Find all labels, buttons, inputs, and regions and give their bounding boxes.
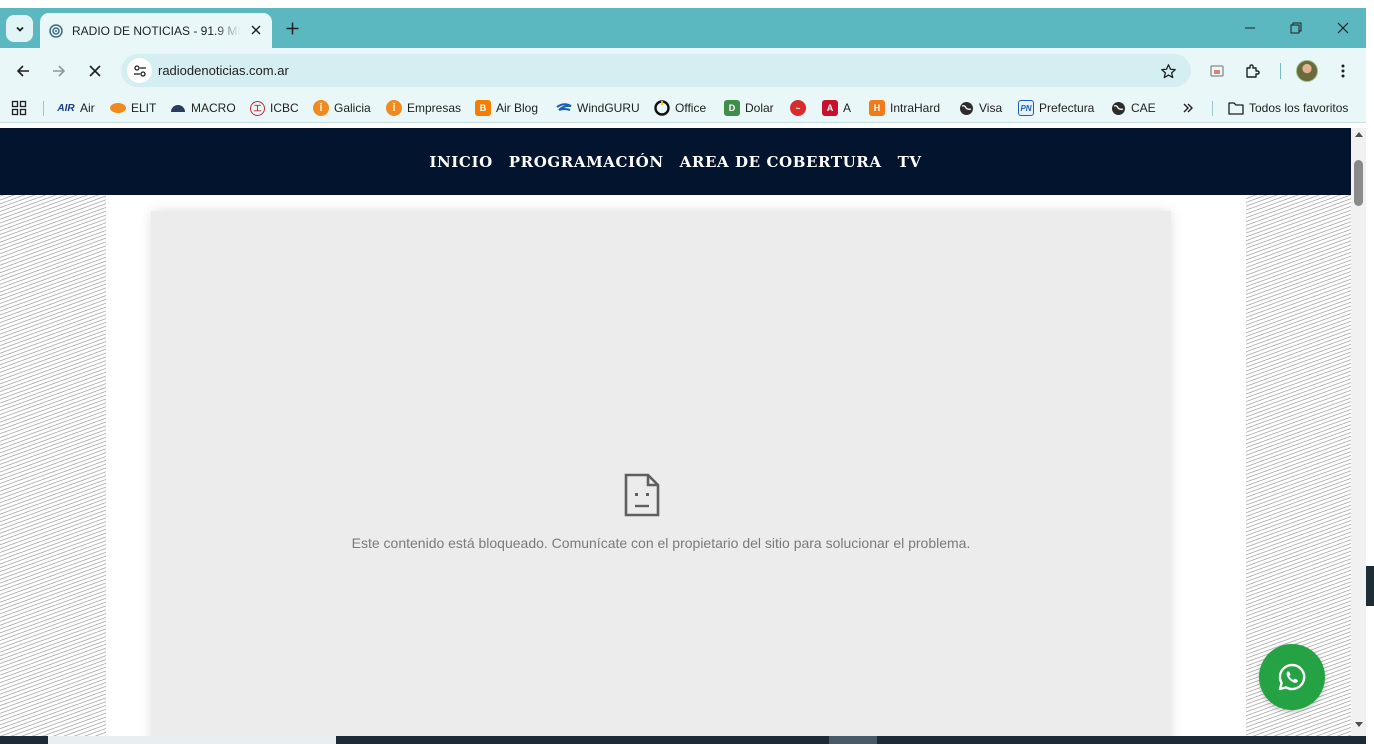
windguru-icon	[556, 100, 572, 116]
close-tab-icon[interactable]	[248, 22, 264, 38]
radio-favicon-icon	[48, 23, 64, 39]
site-info-button[interactable]	[127, 58, 152, 83]
chevron-down-icon	[15, 26, 24, 32]
bookmark-elit[interactable]: ELIT	[110, 100, 156, 116]
double-chevron-right-icon	[1183, 103, 1193, 113]
bookmarks-bar: AIR Air ELIT MACRO 工 ICBC Ǐ Galicia Ǐ Empres…	[0, 94, 1366, 123]
bookmark-macro[interactable]: MACRO	[170, 100, 236, 116]
browser-toolbar: radiodenoticias.com.ar	[0, 48, 1366, 94]
whatsapp-button[interactable]	[1259, 644, 1325, 710]
profile-avatar[interactable]	[1296, 60, 1318, 82]
bookmark-air[interactable]: AIR Air	[57, 100, 94, 116]
whatsapp-icon	[1278, 663, 1306, 691]
cast-button[interactable]	[1205, 59, 1229, 83]
apps-button[interactable]	[11, 100, 27, 116]
bookmark-star-icon[interactable]	[1159, 62, 1177, 80]
arrow-left-icon	[16, 65, 29, 77]
browser-menu-button[interactable]	[1331, 59, 1355, 83]
tune-icon	[133, 64, 146, 77]
bookmark-empresas[interactable]: Ǐ Empresas	[386, 100, 461, 116]
screen-edge-marker	[1366, 566, 1374, 606]
galicia-logo-icon: Ǐ	[313, 100, 329, 116]
back-button[interactable]	[11, 59, 35, 83]
intrahard-icon: H	[869, 100, 885, 116]
bookmark-icbc[interactable]: 工 ICBC	[250, 100, 299, 116]
page-scrollbar[interactable]	[1351, 128, 1366, 736]
nav-programacion[interactable]: PROGRAMACIÓN	[509, 153, 664, 171]
taskbar-search-box[interactable]	[48, 736, 336, 744]
close-icon	[1337, 22, 1349, 34]
blogger-icon: B	[475, 100, 491, 116]
all-bookmarks-folder[interactable]: Todos los favoritos	[1228, 100, 1348, 116]
icbc-logo-icon: 工	[250, 100, 265, 116]
site-navbar: INICIO PROGRAMACIÓN AREA DE COBERTURA TV	[0, 128, 1351, 195]
scroll-up-arrow-icon[interactable]	[1355, 132, 1363, 137]
pdf-icon: A	[822, 100, 838, 116]
address-bar[interactable]: radiodenoticias.com.ar	[121, 54, 1191, 87]
office-icon	[654, 100, 670, 116]
bookmarks-separator	[1212, 101, 1213, 116]
tab-title: RADIO DE NOTICIAS - 91.9 MHz	[72, 23, 240, 38]
url-text[interactable]: radiodenoticias.com.ar	[158, 63, 289, 78]
bookmarks-separator	[43, 101, 44, 116]
bookmark-air-blog[interactable]: B Air Blog	[475, 100, 538, 116]
forward-button[interactable]	[47, 59, 71, 83]
blocked-message: Este contenido está bloqueado. Comunícat…	[351, 535, 971, 551]
minimize-button[interactable]	[1238, 16, 1262, 40]
more-vertical-icon	[1341, 64, 1345, 78]
web-page: INICIO PROGRAMACIÓN AREA DE COBERTURA TV…	[0, 128, 1366, 744]
scroll-thumb[interactable]	[1354, 160, 1363, 206]
scroll-down-arrow-icon[interactable]	[1355, 722, 1363, 727]
plus-icon	[286, 22, 298, 34]
prefectura-icon: PN	[1018, 100, 1034, 116]
bookmark-intrahard[interactable]: H IntraHard	[869, 100, 940, 116]
puzzle-icon	[1246, 64, 1260, 78]
apps-grid-icon	[11, 100, 27, 116]
bookmark-galicia[interactable]: Ǐ Galicia	[313, 100, 371, 116]
tab-search-button[interactable]	[6, 15, 33, 42]
arrow-right-icon	[53, 65, 66, 77]
bookmark-red-logo[interactable]: ~	[790, 100, 811, 116]
nav-area-de-cobertura[interactable]: AREA DE COBERTURA	[680, 153, 882, 171]
macro-logo-icon	[170, 100, 186, 116]
os-taskbar	[0, 736, 1366, 744]
bookmark-visa[interactable]: Visa	[958, 100, 1002, 116]
dolar-icon: D	[724, 100, 740, 116]
globe-icon	[958, 100, 974, 116]
taskbar-app-button[interactable]	[829, 736, 877, 744]
globe-icon	[1110, 100, 1126, 116]
bookmark-office[interactable]: Office	[654, 100, 706, 116]
bookmark-cae[interactable]: CAE	[1110, 100, 1156, 116]
bookmark-dolar[interactable]: D Dolar	[724, 100, 774, 116]
elit-logo-icon	[110, 103, 126, 113]
screen-right-edge	[1366, 8, 1374, 744]
air-logo-icon: AIR	[57, 102, 75, 114]
blocked-embed: Este contenido está bloqueado. Comunícat…	[151, 211, 1171, 744]
bookmark-pdf[interactable]: AA	[822, 100, 851, 116]
more-bookmarks-button[interactable]	[1182, 100, 1194, 116]
minimize-icon	[1245, 27, 1255, 29]
close-window-button[interactable]	[1331, 16, 1355, 40]
screen-top-edge	[0, 0, 1374, 8]
bookmark-prefectura[interactable]: PN Prefectura	[1018, 100, 1094, 116]
active-tab[interactable]: RADIO DE NOTICIAS - 91.9 MHz	[40, 13, 272, 48]
red-logo-icon: ~	[790, 100, 806, 116]
close-icon	[89, 65, 101, 77]
restore-icon	[1290, 22, 1302, 34]
sad-document-icon	[624, 473, 660, 517]
bookmark-windguru[interactable]: WindGURU	[556, 100, 640, 116]
toolbar-separator	[1280, 63, 1281, 79]
extensions-button[interactable]	[1241, 59, 1265, 83]
cast-icon	[1210, 65, 1224, 77]
folder-icon	[1228, 100, 1244, 116]
galicia-logo-icon: Ǐ	[386, 100, 402, 116]
nav-tv[interactable]: TV	[898, 153, 922, 171]
page-content: Este contenido está bloqueado. Comunícat…	[106, 195, 1246, 744]
tab-strip: RADIO DE NOTICIAS - 91.9 MHz	[0, 8, 1366, 48]
new-tab-button[interactable]	[281, 17, 303, 39]
restore-button[interactable]	[1284, 16, 1308, 40]
stop-loading-button[interactable]	[83, 59, 107, 83]
nav-inicio[interactable]: INICIO	[429, 153, 492, 171]
